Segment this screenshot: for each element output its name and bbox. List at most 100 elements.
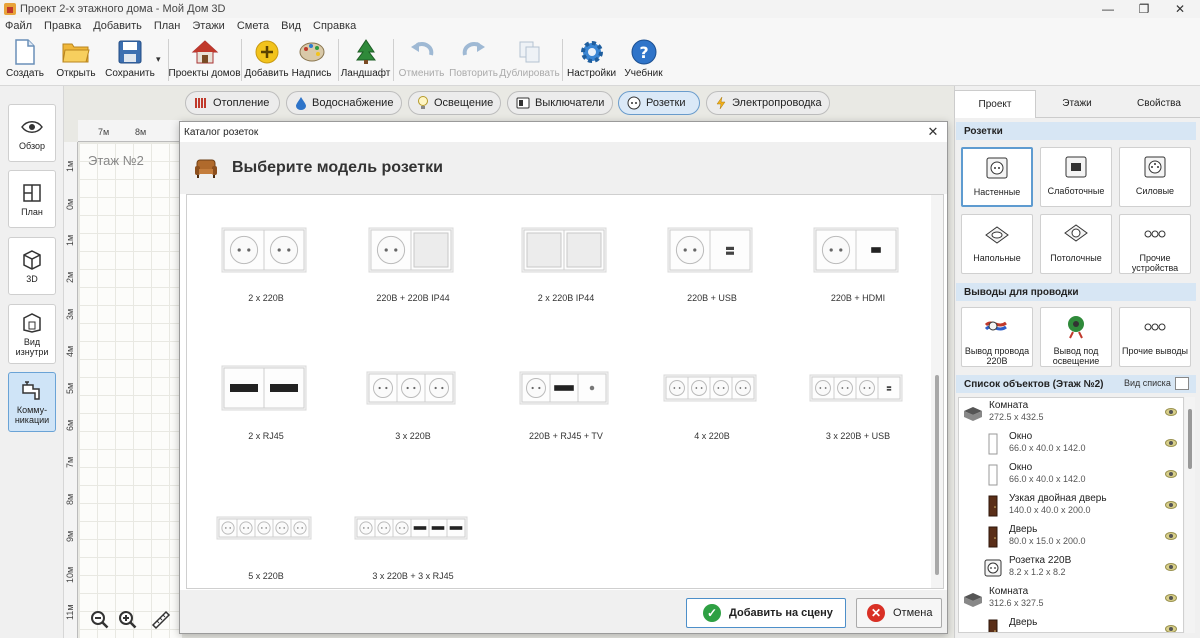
folder-icon — [61, 38, 91, 66]
tutorial-button[interactable]: ? Учебник — [618, 34, 670, 86]
object-list[interactable]: Комната 272.5 x 432.5 Окно 66.0 x 40.0 x 14… — [958, 397, 1184, 633]
visibility-eye-icon[interactable] — [1165, 625, 1177, 632]
visibility-eye-icon[interactable] — [1165, 408, 1177, 416]
object-list-item[interactable]: Окно 66.0 x 40.0 x 142.0 — [959, 460, 1183, 491]
undo-arrow-icon — [407, 38, 437, 66]
floor-label: Этаж №2 — [88, 153, 144, 168]
model-grid-scrollbar[interactable] — [931, 195, 943, 588]
nav-communications[interactable]: Комму-никации — [8, 372, 56, 432]
nav-overview[interactable]: Обзор — [8, 104, 56, 162]
socket-type-floor[interactable]: Напольные — [961, 214, 1033, 274]
visibility-eye-icon[interactable] — [1165, 532, 1177, 540]
visibility-eye-icon[interactable] — [1165, 563, 1177, 571]
socket-model-item[interactable]: 220В + HDMI — [785, 197, 931, 327]
list-view-toggle[interactable]: Вид списка — [1124, 378, 1171, 388]
socket-model-item[interactable]: 220В + 220В IP44 — [340, 197, 486, 327]
zoom-in-button[interactable] — [117, 609, 139, 631]
toolbar: Создать Открыть Сохранить ▾ Проекты домо… — [0, 34, 1200, 86]
output-other[interactable]: Прочие выводы — [1119, 307, 1191, 367]
object-name: Комната — [989, 400, 1029, 411]
socket-model-item[interactable]: 4 x 220В — [639, 335, 785, 465]
socket-model-item[interactable]: 3 x 220В + USB — [785, 335, 931, 465]
output-lighting[interactable]: Вывод под освещение — [1040, 307, 1112, 367]
save-button[interactable]: Сохранить — [102, 34, 158, 86]
object-list-item[interactable]: Окно 66.0 x 40.0 x 142.0 — [959, 429, 1183, 460]
socket-model-item[interactable]: 220В + USB — [639, 197, 785, 327]
dialog-close-button[interactable]: ✕ — [925, 124, 941, 140]
socket-model-item[interactable]: 5 x 220В — [193, 475, 339, 605]
palette-icon — [297, 38, 327, 66]
object-text: Розетка 220В 8.2 x 1.2 x 8.2 — [1009, 555, 1071, 578]
object-list-scrollbar[interactable] — [1185, 397, 1195, 633]
add-button[interactable]: Добавить — [244, 34, 289, 86]
redo-button[interactable]: Повторить — [447, 34, 501, 86]
socket-type-other[interactable]: Прочие устройства — [1119, 214, 1191, 274]
nav-3d[interactable]: 3D — [8, 237, 56, 295]
menu-floors[interactable]: Этажи — [192, 20, 224, 32]
object-list-item[interactable]: Комната 272.5 x 432.5 — [959, 398, 1183, 429]
object-list-item[interactable]: Дверь 80.0 x 15.0 x 200.0 — [959, 522, 1183, 553]
menu-plan[interactable]: План — [154, 20, 181, 32]
menu-edit[interactable]: Правка — [44, 20, 81, 32]
category-wiring[interactable]: Электропроводка — [706, 91, 830, 115]
visibility-eye-icon[interactable] — [1165, 470, 1177, 478]
zoom-out-button[interactable] — [89, 609, 111, 631]
menu-view[interactable]: Вид — [281, 20, 301, 32]
scrollbar-thumb[interactable] — [1188, 409, 1192, 469]
nav-plan[interactable]: План — [8, 170, 56, 228]
object-dimensions: 140.0 x 40.0 x 200.0 — [1009, 505, 1091, 515]
measure-button[interactable] — [150, 609, 172, 631]
socket-model-item[interactable]: 2 x RJ45 — [193, 335, 339, 465]
room-icon — [963, 401, 983, 425]
menu-help[interactable]: Справка — [313, 20, 356, 32]
plan-grid[interactable] — [79, 143, 182, 638]
ruler-tick: 7м — [65, 456, 75, 468]
category-switches[interactable]: Выключатели — [507, 91, 613, 115]
menu-estimate[interactable]: Смета — [237, 20, 269, 32]
undo-button[interactable]: Отменить — [397, 34, 447, 86]
output-wire-220[interactable]: Вывод провода 220В — [961, 307, 1033, 367]
object-list-item[interactable]: Дверь — [959, 615, 1183, 632]
visibility-eye-icon[interactable] — [1165, 501, 1177, 509]
visibility-eye-icon[interactable] — [1165, 439, 1177, 447]
tab-floors[interactable]: Этажи — [1036, 90, 1118, 118]
category-heating[interactable]: Отопление — [185, 91, 280, 115]
scrollbar-thumb[interactable] — [935, 375, 939, 575]
visibility-eye-icon[interactable] — [1165, 594, 1177, 602]
save-dropdown-arrow[interactable]: ▾ — [156, 54, 161, 65]
tab-properties[interactable]: Свойства — [1118, 90, 1200, 118]
close-window-button[interactable]: ✕ — [1158, 0, 1200, 18]
door-icon — [983, 618, 1003, 632]
menu-file[interactable]: Файл — [5, 20, 32, 32]
nav-inside-view[interactable]: Вид изнутри — [8, 304, 56, 364]
landscape-button[interactable]: Ландшафт — [341, 34, 390, 86]
socket-model-image — [639, 335, 785, 425]
create-button[interactable]: Создать — [0, 34, 50, 86]
open-button[interactable]: Открыть — [50, 34, 102, 86]
object-list-item[interactable]: Узкая двойная дверь 140.0 x 40.0 x 200.0 — [959, 491, 1183, 522]
add-to-scene-button[interactable]: ✓ Добавить на сцену — [686, 598, 846, 628]
list-view-icon[interactable] — [1175, 377, 1189, 390]
object-list-item[interactable]: Комната 312.6 x 327.5 — [959, 584, 1183, 615]
house-projects-button[interactable]: Проекты домов — [169, 34, 241, 86]
category-water-supply[interactable]: Водоснабжение — [286, 91, 402, 115]
socket-model-item[interactable]: 3 x 220В + 3 x RJ45 — [340, 475, 486, 605]
category-sockets[interactable]: Розетки — [618, 91, 700, 115]
tab-project[interactable]: Проект — [954, 90, 1036, 118]
duplicate-button[interactable]: Дублировать — [499, 34, 560, 86]
menu-add[interactable]: Добавить — [93, 20, 142, 32]
socket-model-item[interactable]: 2 x 220В — [193, 197, 339, 327]
socket-model-item[interactable]: 3 x 220В — [340, 335, 486, 465]
socket-type-power[interactable]: Силовые — [1119, 147, 1191, 207]
object-dimensions: 8.2 x 1.2 x 8.2 — [1009, 567, 1066, 577]
socket-model-item[interactable]: 220В + RJ45 + TV — [493, 335, 639, 465]
socket-type-ceiling[interactable]: Потолочные — [1040, 214, 1112, 274]
label-button[interactable]: Надпись — [289, 34, 335, 86]
settings-button[interactable]: Настройки — [566, 34, 618, 86]
socket-type-wall[interactable]: Настенные — [961, 147, 1033, 207]
socket-model-item[interactable]: 2 x 220В IP44 — [493, 197, 639, 327]
object-list-item[interactable]: Розетка 220В 8.2 x 1.2 x 8.2 — [959, 553, 1183, 584]
socket-type-low-current[interactable]: Слаботочные — [1040, 147, 1112, 207]
cancel-button[interactable]: ✕ Отмена — [856, 598, 942, 628]
category-lighting[interactable]: Освещение — [408, 91, 501, 115]
